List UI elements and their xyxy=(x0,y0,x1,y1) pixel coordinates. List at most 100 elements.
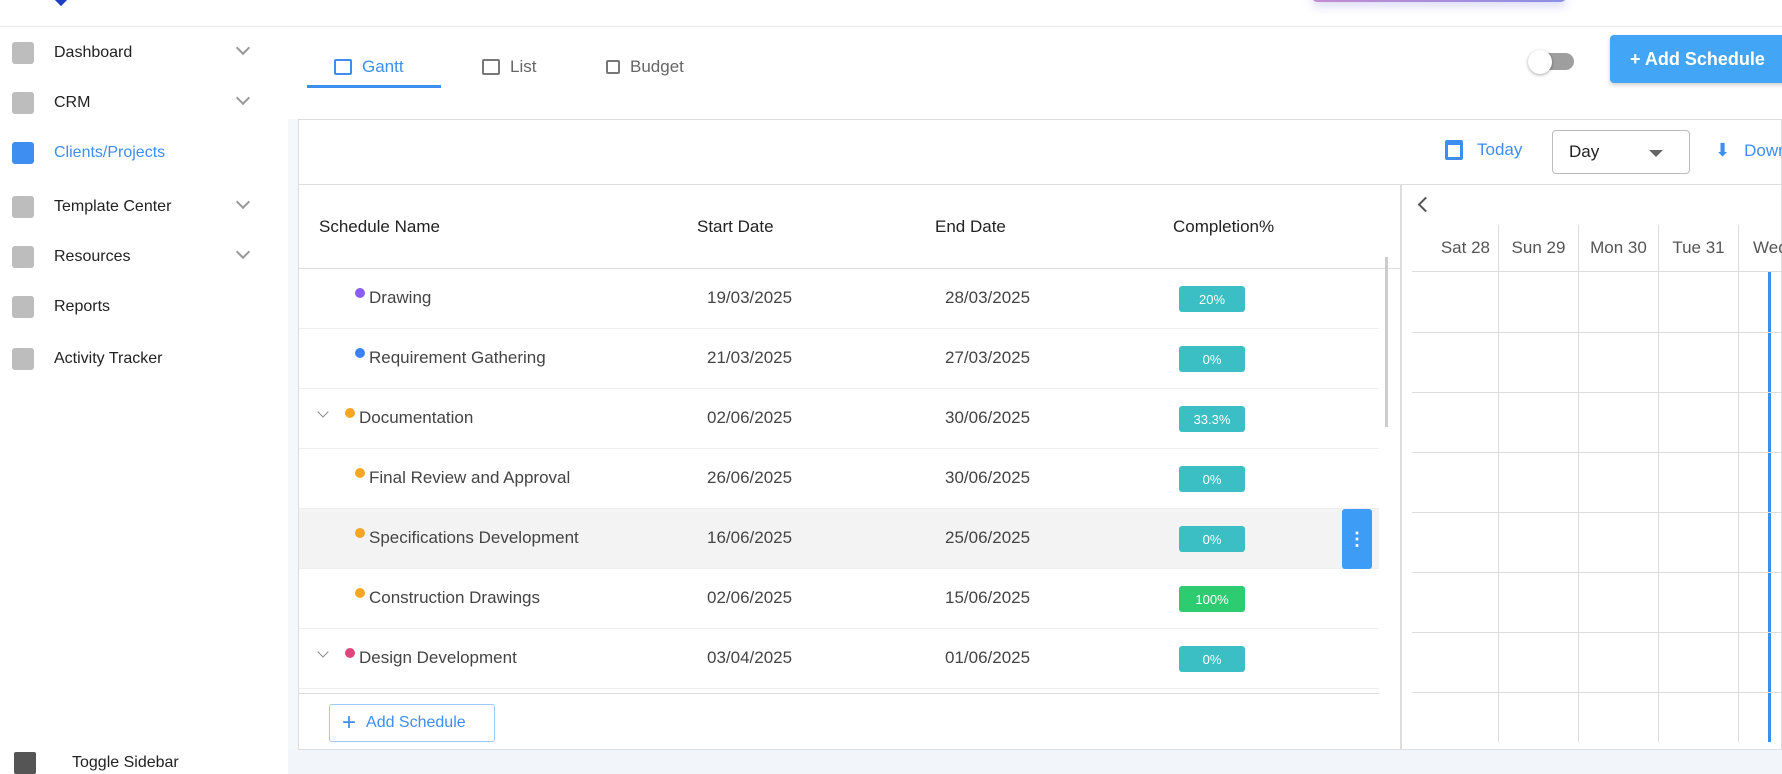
completion-badge: 0% xyxy=(1179,646,1245,672)
start-date: 16/06/2025 xyxy=(707,528,793,547)
view-scale-value: Day xyxy=(1569,142,1600,161)
chevron-left-icon[interactable] xyxy=(1417,196,1434,213)
schedule-grid: Schedule Name Start Date End Date Comple… xyxy=(299,185,1400,750)
schedule-name: Construction Drawings xyxy=(369,588,541,607)
schedule-name: Drawing xyxy=(369,288,432,307)
tab-label: List xyxy=(510,57,537,76)
grid-header: Schedule Name Start Date End Date Comple… xyxy=(299,185,1400,269)
start-date: 02/06/2025 xyxy=(707,588,793,607)
timeline-row-line xyxy=(1412,692,1782,693)
schedule-name: Requirement Gathering xyxy=(369,348,546,367)
sidebar-item-label: CRM xyxy=(54,94,91,111)
day-label: Wed xyxy=(1753,238,1782,257)
timeline-row-line xyxy=(1412,332,1782,333)
table-row[interactable]: Construction Drawings 02/06/2025 15/06/202… xyxy=(299,569,1379,629)
end-date: 01/06/2025 xyxy=(945,648,1031,667)
column-header-completion[interactable]: Completion% xyxy=(1173,217,1274,237)
sidebar-item-activity-tracker[interactable]: Activity Tracker xyxy=(0,339,288,379)
status-dot xyxy=(355,468,365,478)
timeline-gridline xyxy=(1578,272,1579,742)
today-button[interactable]: Today xyxy=(1445,140,1522,160)
expand-chevron-icon[interactable] xyxy=(317,646,329,658)
reports-icon xyxy=(12,296,34,318)
chevron-down-icon[interactable] xyxy=(235,244,251,260)
timeline-day-header: Sat 28 xyxy=(1412,225,1498,272)
chevron-down-icon[interactable] xyxy=(235,40,251,56)
sidebar-item-template-center[interactable]: Template Center xyxy=(0,187,288,227)
toggle-sidebar-button[interactable]: Toggle Sidebar xyxy=(72,754,179,772)
timeline-day-header: Tue 31 xyxy=(1658,225,1738,272)
completion-badge: 0% xyxy=(1179,466,1245,492)
end-date: 25/06/2025 xyxy=(945,528,1031,547)
completion-badge: 0% xyxy=(1179,346,1245,372)
start-date: 19/03/2025 xyxy=(707,288,793,307)
tab-budget[interactable]: Budget xyxy=(606,47,684,87)
expand-chevron-icon[interactable] xyxy=(317,406,329,418)
schedule-name: Documentation xyxy=(359,408,474,427)
table-row[interactable]: Final Review and Approval 26/06/2025 30/06… xyxy=(299,449,1379,509)
gantt-icon xyxy=(334,59,352,75)
status-dot xyxy=(355,588,365,598)
sidebar-item-resources[interactable]: Resources xyxy=(0,237,288,277)
sidebar-item-dashboard[interactable]: Dashboard xyxy=(0,33,288,73)
completion-badge: 20% xyxy=(1179,286,1245,312)
sidebar-item-label: Resources xyxy=(54,248,131,265)
column-header-end[interactable]: End Date xyxy=(935,217,1006,237)
tab-list[interactable]: List xyxy=(482,47,536,87)
download-label: Down xyxy=(1744,140,1782,160)
end-date: 28/03/2025 xyxy=(945,288,1031,307)
gantt-chart: Sat 28 Sun 29 Mon 30 Tue 31 Wed xyxy=(1400,185,1782,750)
wallet-icon xyxy=(606,60,620,74)
column-header-name[interactable]: Schedule Name xyxy=(319,217,440,237)
status-dot xyxy=(355,288,365,298)
header-banner[interactable] xyxy=(1312,0,1566,2)
sidebar-item-label: Clients/Projects xyxy=(54,144,166,161)
sidebar-item-label: Reports xyxy=(54,298,111,315)
template-icon xyxy=(12,196,34,218)
end-date: 27/03/2025 xyxy=(945,348,1031,367)
timeline-row-line xyxy=(1412,632,1782,633)
sidebar-item-crm[interactable]: CRM xyxy=(0,83,288,123)
table-row[interactable]: Requirement Gathering 21/03/2025 27/03/202… xyxy=(299,329,1379,389)
column-header-start[interactable]: Start Date xyxy=(697,217,774,237)
tab-label: Gantt xyxy=(362,57,404,76)
gantt-panel: Today Day ⬇ Down Schedule Name Start Date… xyxy=(298,119,1782,750)
plus-icon: + xyxy=(342,709,357,736)
add-schedule-button[interactable]: + Add Schedule xyxy=(1610,35,1782,83)
add-schedule-label: Add Schedule xyxy=(366,714,466,731)
sidebar-item-clients-projects[interactable]: Clients/Projects xyxy=(0,133,288,173)
status-dot xyxy=(355,348,365,358)
main-content: Gantt List Budget + Add Schedule Today D… xyxy=(288,27,1782,774)
tab-gantt[interactable]: Gantt xyxy=(334,47,404,87)
table-row[interactable]: Design Development 03/04/2025 01/06/2025 0% xyxy=(299,629,1379,689)
end-date: 15/06/2025 xyxy=(945,588,1031,607)
end-date: 30/06/2025 xyxy=(945,468,1031,487)
download-button[interactable]: ⬇ Down xyxy=(1715,140,1782,161)
crm-icon xyxy=(12,92,34,114)
add-schedule-row-button[interactable]: + Add Schedule xyxy=(329,704,495,742)
sidebar-item-label: Activity Tracker xyxy=(54,350,163,367)
chevron-down-icon[interactable] xyxy=(235,194,251,210)
resources-icon xyxy=(12,246,34,268)
timeline-day-header: Wed xyxy=(1738,225,1782,272)
row-actions-button[interactable]: ⋮ xyxy=(1342,509,1372,569)
table-row[interactable]: Documentation 02/06/2025 30/06/2025 33.3% xyxy=(299,389,1379,449)
view-scale-select[interactable]: Day xyxy=(1552,130,1690,174)
sidebar-item-reports[interactable]: Reports xyxy=(0,287,288,327)
table-row[interactable]: Drawing 19/03/2025 28/03/2025 20% xyxy=(299,269,1379,329)
timeline-row-line xyxy=(1412,452,1782,453)
timeline-gridline xyxy=(1498,272,1499,742)
table-row[interactable]: Specifications Development 16/06/2025 25/0… xyxy=(299,509,1379,569)
start-date: 02/06/2025 xyxy=(707,408,793,427)
toggle-sidebar-icon[interactable] xyxy=(14,752,36,774)
chevron-down-icon[interactable] xyxy=(235,90,251,106)
status-dot xyxy=(345,408,355,418)
timeline-gridline xyxy=(1658,272,1659,742)
today-marker xyxy=(1768,272,1771,742)
day-label: Mon 30 xyxy=(1590,238,1647,257)
view-toggle-switch[interactable] xyxy=(1528,50,1574,74)
vertical-scrollbar[interactable] xyxy=(1385,257,1388,427)
timeline-row-line xyxy=(1412,512,1782,513)
day-label: Sun 29 xyxy=(1511,238,1566,257)
schedule-name: Specifications Development xyxy=(369,528,579,547)
